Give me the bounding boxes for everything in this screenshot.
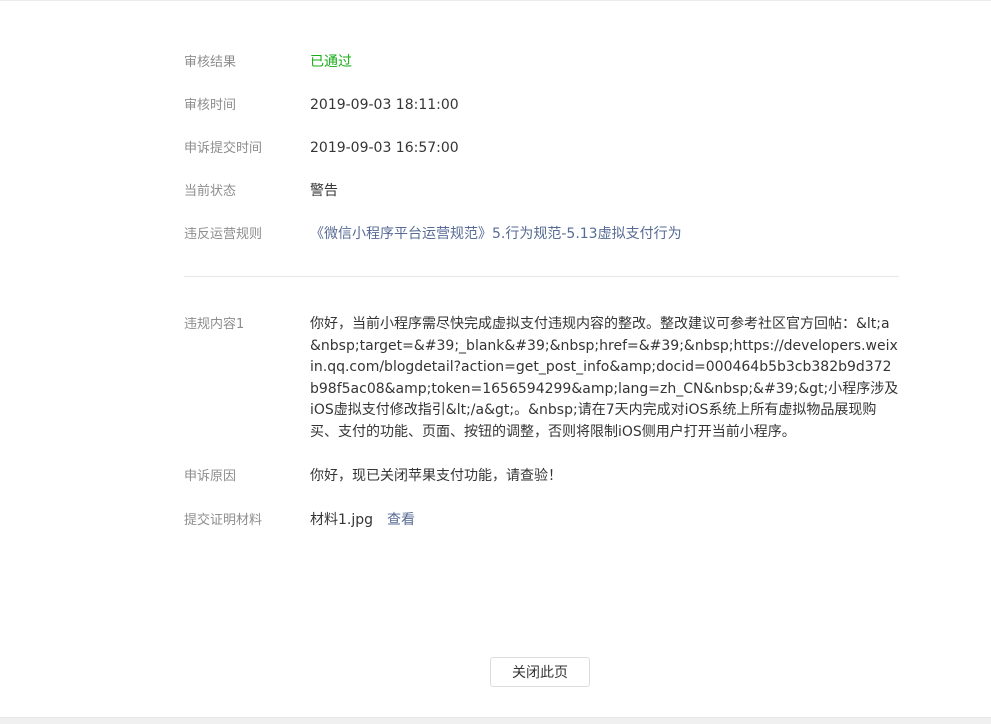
page-bottom-border [0, 717, 991, 724]
proof-material-filename: 材料1.jpg [310, 512, 374, 528]
appeal-detail-panel: 审核结果 已通过 审核时间 2019-09-03 18:11:00 申诉提交时间… [184, 52, 899, 531]
violation-section: 违规内容1 你好，当前小程序需尽快完成虚拟支付违规内容的整改。整改建议可参考社区… [184, 314, 899, 531]
review-result-row: 审核结果 已通过 [184, 52, 899, 73]
appeal-reason-label: 申诉原因 [184, 469, 237, 484]
review-time-row: 审核时间 2019-09-03 18:11:00 [184, 95, 899, 116]
review-result-value: 已通过 [310, 54, 352, 70]
review-info-section: 审核结果 已通过 审核时间 2019-09-03 18:11:00 申诉提交时间… [184, 52, 899, 245]
violated-rule-label: 违反运营规则 [184, 227, 263, 242]
violation-content-value: 你好，当前小程序需尽快完成虚拟支付违规内容的整改。整改建议可参考社区官方回帖：&… [310, 316, 899, 440]
appeal-reason-value: 你好，现已关闭苹果支付功能，请查验！ [310, 468, 562, 484]
close-page-button[interactable]: 关闭此页 [490, 657, 590, 687]
appeal-time-label: 申诉提交时间 [184, 141, 263, 156]
violation-content-label: 违规内容1 [184, 317, 245, 332]
violation-content-row: 违规内容1 你好，当前小程序需尽快完成虚拟支付违规内容的整改。整改建议可参考社区… [184, 314, 899, 443]
review-time-value: 2019-09-03 18:11:00 [310, 97, 459, 113]
current-status-label: 当前状态 [184, 184, 237, 199]
section-divider [184, 276, 899, 277]
current-status-value: 警告 [310, 183, 338, 199]
page-top-border [0, 0, 991, 1]
violated-rule-row: 违反运营规则 《微信小程序平台运营规范》5.行为规范-5.13虚拟支付行为 [184, 224, 899, 245]
proof-material-label: 提交证明材料 [184, 513, 263, 528]
review-result-label: 审核结果 [184, 55, 237, 70]
proof-material-value: 材料1.jpg 查看 [310, 510, 899, 531]
view-material-link[interactable]: 查看 [387, 512, 415, 528]
appeal-reason-row: 申诉原因 你好，现已关闭苹果支付功能，请查验！ [184, 466, 899, 487]
violated-rule-link[interactable]: 《微信小程序平台运营规范》5.行为规范-5.13虚拟支付行为 [310, 224, 899, 245]
appeal-time-value: 2019-09-03 16:57:00 [310, 140, 459, 156]
review-time-label: 审核时间 [184, 98, 237, 113]
current-status-row: 当前状态 警告 [184, 181, 899, 202]
proof-material-row: 提交证明材料 材料1.jpg 查看 [184, 510, 899, 531]
appeal-time-row: 申诉提交时间 2019-09-03 16:57:00 [184, 138, 899, 159]
